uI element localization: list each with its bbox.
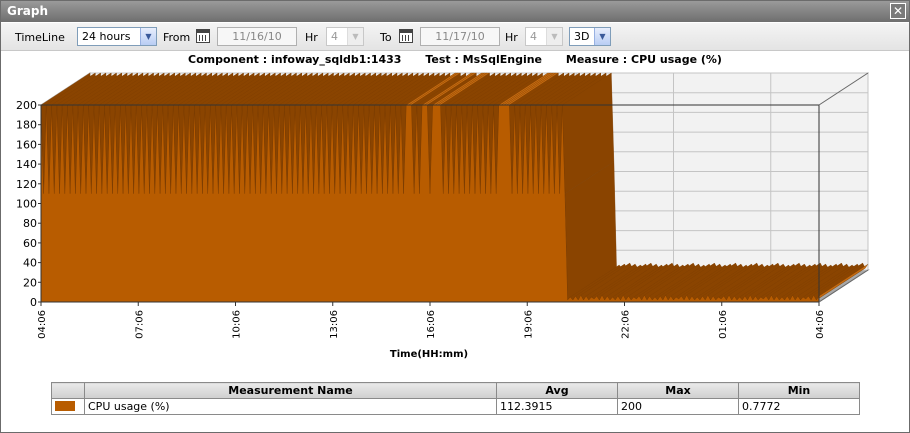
x-tick-label: 04:06: [37, 310, 48, 339]
from-hr-select[interactable]: 4 ▼: [326, 27, 364, 46]
column-header-name: Measurement Name: [84, 382, 497, 399]
x-tick-label: 16:06: [426, 310, 437, 339]
view-mode-value: 3D: [574, 30, 590, 43]
series-swatch: [55, 401, 75, 411]
y-tick-label: 80: [23, 217, 37, 230]
to-hr-select[interactable]: 4 ▼: [525, 27, 563, 46]
x-tick-label: 04:06: [815, 310, 826, 339]
y-tick-label: 180: [16, 119, 37, 132]
measure-label: Measure : CPU usage (%): [565, 53, 722, 66]
y-tick-label: 160: [16, 138, 37, 151]
y-tick-label: 140: [16, 158, 37, 171]
cpu-usage-chart: 0 20 40 60 80 100 120 140 160 180 200 04:06 07:06 10:…: [16, 72, 870, 360]
table-header-row: Measurement Name Avg Max Min: [51, 382, 860, 399]
from-hr-value: 4: [331, 30, 338, 43]
y-tick-label: 40: [23, 257, 37, 270]
to-calendar-icon[interactable]: [399, 29, 413, 43]
from-hr-label: Hr: [305, 31, 318, 44]
to-hr-label: Hr: [505, 31, 518, 44]
timeline-select[interactable]: 24 hours ▼: [77, 27, 157, 46]
y-tick-label: 20: [23, 276, 37, 289]
x-tick-label: 13:06: [329, 310, 340, 339]
close-icon: ✕: [892, 4, 904, 18]
chevron-down-icon: ▼: [140, 28, 156, 45]
timeline-label: TimeLine: [15, 31, 65, 44]
x-tick-label: 19:06: [523, 310, 534, 339]
max-cell: 200: [617, 398, 739, 415]
from-date-input[interactable]: 11/16/10: [217, 27, 297, 46]
column-header-max: Max: [617, 382, 739, 399]
series-color-cell: [51, 398, 85, 415]
table-row: CPU usage (%) 112.3915 200 0.7772: [51, 398, 860, 415]
y-tick-label: 100: [16, 198, 37, 211]
x-tick-label: 10:06: [232, 310, 243, 339]
timeline-value: 24 hours: [82, 30, 131, 43]
column-header-avg: Avg: [496, 382, 618, 399]
from-calendar-icon[interactable]: [196, 29, 210, 43]
y-tick-label: 60: [23, 237, 37, 250]
x-tick-label: 01:06: [718, 310, 729, 339]
chart-header: Component : infoway_sqldb1:1433 Test : M…: [1, 53, 909, 66]
y-tick-label: 120: [16, 178, 37, 191]
min-cell: 0.7772: [738, 398, 860, 415]
chevron-down-icon: ▼: [546, 28, 562, 45]
avg-cell: 112.3915: [496, 398, 618, 415]
from-label: From: [163, 31, 191, 44]
window-title-text: Graph: [7, 4, 48, 18]
y-tick-label: 0: [30, 296, 37, 309]
test-label: Test : MsSqlEngine: [425, 53, 543, 66]
to-date-input[interactable]: 11/17/10: [420, 27, 500, 46]
graph-window: Graph ✕ TimeLine 24 hours ▼ From 11/16/1…: [0, 0, 910, 433]
x-tick-label: 07:06: [134, 310, 145, 339]
graph-toolbar: TimeLine 24 hours ▼ From 11/16/10 Hr 4 ▼…: [1, 23, 909, 51]
component-label: Component : infoway_sqldb1:1433: [188, 53, 402, 66]
measurement-table: Measurement Name Avg Max Min CPU usage (…: [51, 382, 860, 415]
column-header-color: [51, 382, 85, 399]
x-axis-label: Time(HH:mm): [390, 349, 468, 360]
chevron-down-icon: ▼: [594, 28, 610, 45]
column-header-min: Min: [738, 382, 860, 399]
to-hr-value: 4: [530, 30, 537, 43]
to-label: To: [380, 31, 392, 44]
close-button[interactable]: ✕: [890, 3, 906, 19]
measurement-name-cell: CPU usage (%): [84, 398, 497, 415]
view-mode-select[interactable]: 3D ▼: [569, 27, 611, 46]
x-tick-label: 22:06: [621, 310, 632, 339]
chevron-down-icon: ▼: [347, 28, 363, 45]
y-tick-label: 200: [16, 99, 37, 112]
window-title: Graph ✕: [1, 1, 909, 22]
